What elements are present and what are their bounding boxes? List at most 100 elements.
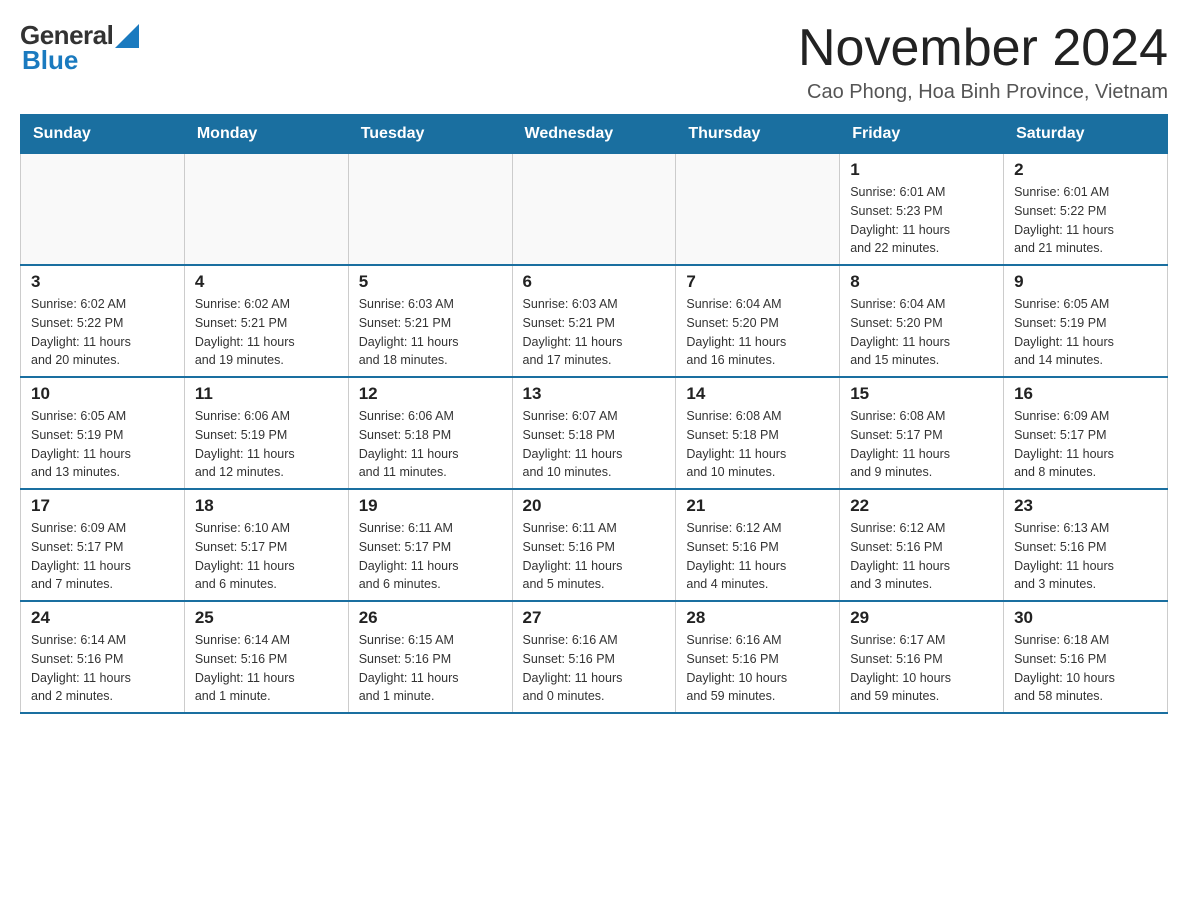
calendar-cell: 7 Sunrise: 6:04 AMSunset: 5:20 PMDaylight… (676, 265, 840, 377)
day-number: 25 (195, 608, 338, 628)
day-number: 27 (523, 608, 666, 628)
calendar-cell: 30Sunrise: 6:18 AMSunset: 5:16 PMDayligh… (1004, 601, 1168, 713)
calendar-cell: 28 Sunrise: 6:16 AMSunset: 5:16 PMDayligh… (676, 601, 840, 713)
day-info: Sunrise: 6:05 AMSunset: 5:19 PMDaylight:… (1014, 295, 1157, 370)
day-number: 8 (850, 272, 993, 292)
calendar-cell: 16 Sunrise: 6:09 AMSunset: 5:17 PMDayligh… (1004, 377, 1168, 489)
day-info: Sunrise: 6:12 AMSunset: 5:16 PMDaylight:… (686, 519, 829, 594)
day-info: Sunrise: 6:06 AMSunset: 5:19 PMDaylight:… (195, 407, 338, 482)
weekday-header-monday: Monday (184, 115, 348, 154)
calendar-cell: 22 Sunrise: 6:12 AMSunset: 5:16 PMDayligh… (840, 489, 1004, 601)
day-info: Sunrise: 6:02 AMSunset: 5:22 PMDaylight:… (31, 295, 174, 370)
day-info: Sunrise: 6:15 AMSunset: 5:16 PMDaylight:… (359, 631, 502, 706)
day-number: 5 (359, 272, 502, 292)
day-info: Sunrise: 6:03 AMSunset: 5:21 PMDaylight:… (359, 295, 502, 370)
calendar-cell: 4 Sunrise: 6:02 AMSunset: 5:21 PMDaylight… (184, 265, 348, 377)
day-number: 7 (686, 272, 829, 292)
day-info: Sunrise: 6:14 AMSunset: 5:16 PMDaylight:… (195, 631, 338, 706)
calendar-cell: 18Sunrise: 6:10 AMSunset: 5:17 PMDayligh… (184, 489, 348, 601)
day-info: Sunrise: 6:17 AMSunset: 5:16 PMDaylight:… (850, 631, 993, 706)
day-number: 20 (523, 496, 666, 516)
day-info: Sunrise: 6:11 AMSunset: 5:16 PMDaylight:… (523, 519, 666, 594)
day-info: Sunrise: 6:11 AMSunset: 5:17 PMDaylight:… (359, 519, 502, 594)
day-info: Sunrise: 6:04 AMSunset: 5:20 PMDaylight:… (686, 295, 829, 370)
day-number: 14 (686, 384, 829, 404)
weekday-header-wednesday: Wednesday (512, 115, 676, 154)
logo: General Blue (20, 20, 139, 76)
weekday-header-saturday: Saturday (1004, 115, 1168, 154)
calendar-cell: 24 Sunrise: 6:14 AMSunset: 5:16 PMDayligh… (21, 601, 185, 713)
calendar-cell: 15 Sunrise: 6:08 AMSunset: 5:17 PMDayligh… (840, 377, 1004, 489)
day-number: 4 (195, 272, 338, 292)
day-info: Sunrise: 6:12 AMSunset: 5:16 PMDaylight:… (850, 519, 993, 594)
calendar-header: SundayMondayTuesdayWednesdayThursdayFrid… (21, 115, 1168, 154)
calendar-cell (676, 154, 840, 266)
day-number: 28 (686, 608, 829, 628)
day-number: 2 (1014, 160, 1157, 180)
day-info: Sunrise: 6:09 AMSunset: 5:17 PMDaylight:… (31, 519, 174, 594)
calendar-cell: 8Sunrise: 6:04 AMSunset: 5:20 PMDaylight… (840, 265, 1004, 377)
day-number: 11 (195, 384, 338, 404)
calendar-cell: 6 Sunrise: 6:03 AMSunset: 5:21 PMDaylight… (512, 265, 676, 377)
day-info: Sunrise: 6:02 AMSunset: 5:21 PMDaylight:… (195, 295, 338, 370)
day-number: 16 (1014, 384, 1157, 404)
day-info: Sunrise: 6:05 AMSunset: 5:19 PMDaylight:… (31, 407, 174, 482)
day-number: 24 (31, 608, 174, 628)
day-info: Sunrise: 6:16 AMSunset: 5:16 PMDaylight:… (523, 631, 666, 706)
weekday-header-sunday: Sunday (21, 115, 185, 154)
day-number: 29 (850, 608, 993, 628)
weekday-header-friday: Friday (840, 115, 1004, 154)
calendar-cell: 29 Sunrise: 6:17 AMSunset: 5:16 PMDayligh… (840, 601, 1004, 713)
day-number: 6 (523, 272, 666, 292)
month-title: November 2024 (798, 20, 1168, 77)
day-number: 9 (1014, 272, 1157, 292)
calendar-cell (348, 154, 512, 266)
day-info: Sunrise: 6:01 AMSunset: 5:22 PMDaylight:… (1014, 183, 1157, 258)
weekday-header-thursday: Thursday (676, 115, 840, 154)
calendar-week-row: 10 Sunrise: 6:05 AMSunset: 5:19 PMDayligh… (21, 377, 1168, 489)
day-number: 23 (1014, 496, 1157, 516)
day-number: 22 (850, 496, 993, 516)
calendar-cell: 17 Sunrise: 6:09 AMSunset: 5:17 PMDayligh… (21, 489, 185, 601)
day-number: 10 (31, 384, 174, 404)
day-number: 1 (850, 160, 993, 180)
calendar-cell: 23 Sunrise: 6:13 AMSunset: 5:16 PMDayligh… (1004, 489, 1168, 601)
day-info: Sunrise: 6:08 AMSunset: 5:17 PMDaylight:… (850, 407, 993, 482)
day-info: Sunrise: 6:13 AMSunset: 5:16 PMDaylight:… (1014, 519, 1157, 594)
calendar-cell: 3Sunrise: 6:02 AMSunset: 5:22 PMDaylight… (21, 265, 185, 377)
day-info: Sunrise: 6:09 AMSunset: 5:17 PMDaylight:… (1014, 407, 1157, 482)
day-number: 12 (359, 384, 502, 404)
day-info: Sunrise: 6:10 AMSunset: 5:17 PMDaylight:… (195, 519, 338, 594)
day-info: Sunrise: 6:08 AMSunset: 5:18 PMDaylight:… (686, 407, 829, 482)
calendar-cell: 19 Sunrise: 6:11 AMSunset: 5:17 PMDayligh… (348, 489, 512, 601)
calendar-cell: 10 Sunrise: 6:05 AMSunset: 5:19 PMDayligh… (21, 377, 185, 489)
calendar-week-row: 24 Sunrise: 6:14 AMSunset: 5:16 PMDayligh… (21, 601, 1168, 713)
calendar-cell: 27 Sunrise: 6:16 AMSunset: 5:16 PMDayligh… (512, 601, 676, 713)
calendar-week-row: 3Sunrise: 6:02 AMSunset: 5:22 PMDaylight… (21, 265, 1168, 377)
calendar-cell (512, 154, 676, 266)
calendar-cell: 21Sunrise: 6:12 AMSunset: 5:16 PMDayligh… (676, 489, 840, 601)
calendar-cell: 14 Sunrise: 6:08 AMSunset: 5:18 PMDayligh… (676, 377, 840, 489)
weekday-header-tuesday: Tuesday (348, 115, 512, 154)
day-info: Sunrise: 6:14 AMSunset: 5:16 PMDaylight:… (31, 631, 174, 706)
calendar-cell: 2 Sunrise: 6:01 AMSunset: 5:22 PMDaylight… (1004, 154, 1168, 266)
page-header: General Blue November 2024 Cao Phong, Ho… (20, 20, 1168, 104)
title-section: November 2024 Cao Phong, Hoa Binh Provin… (798, 20, 1168, 104)
day-info: Sunrise: 6:18 AMSunset: 5:16 PMDaylight:… (1014, 631, 1157, 706)
day-info: Sunrise: 6:16 AMSunset: 5:16 PMDaylight:… (686, 631, 829, 706)
calendar-cell: 13Sunrise: 6:07 AMSunset: 5:18 PMDayligh… (512, 377, 676, 489)
calendar-cell: 20 Sunrise: 6:11 AMSunset: 5:16 PMDayligh… (512, 489, 676, 601)
calendar-cell: 26 Sunrise: 6:15 AMSunset: 5:16 PMDayligh… (348, 601, 512, 713)
day-info: Sunrise: 6:03 AMSunset: 5:21 PMDaylight:… (523, 295, 666, 370)
calendar-cell: 5 Sunrise: 6:03 AMSunset: 5:21 PMDaylight… (348, 265, 512, 377)
day-number: 17 (31, 496, 174, 516)
day-number: 26 (359, 608, 502, 628)
calendar-cell: 25 Sunrise: 6:14 AMSunset: 5:16 PMDayligh… (184, 601, 348, 713)
day-info: Sunrise: 6:06 AMSunset: 5:18 PMDaylight:… (359, 407, 502, 482)
day-number: 19 (359, 496, 502, 516)
calendar-cell (21, 154, 185, 266)
logo-blue-text: Blue (22, 45, 78, 76)
day-number: 15 (850, 384, 993, 404)
logo-triangle-icon (115, 24, 139, 48)
location-text: Cao Phong, Hoa Binh Province, Vietnam (798, 81, 1168, 104)
